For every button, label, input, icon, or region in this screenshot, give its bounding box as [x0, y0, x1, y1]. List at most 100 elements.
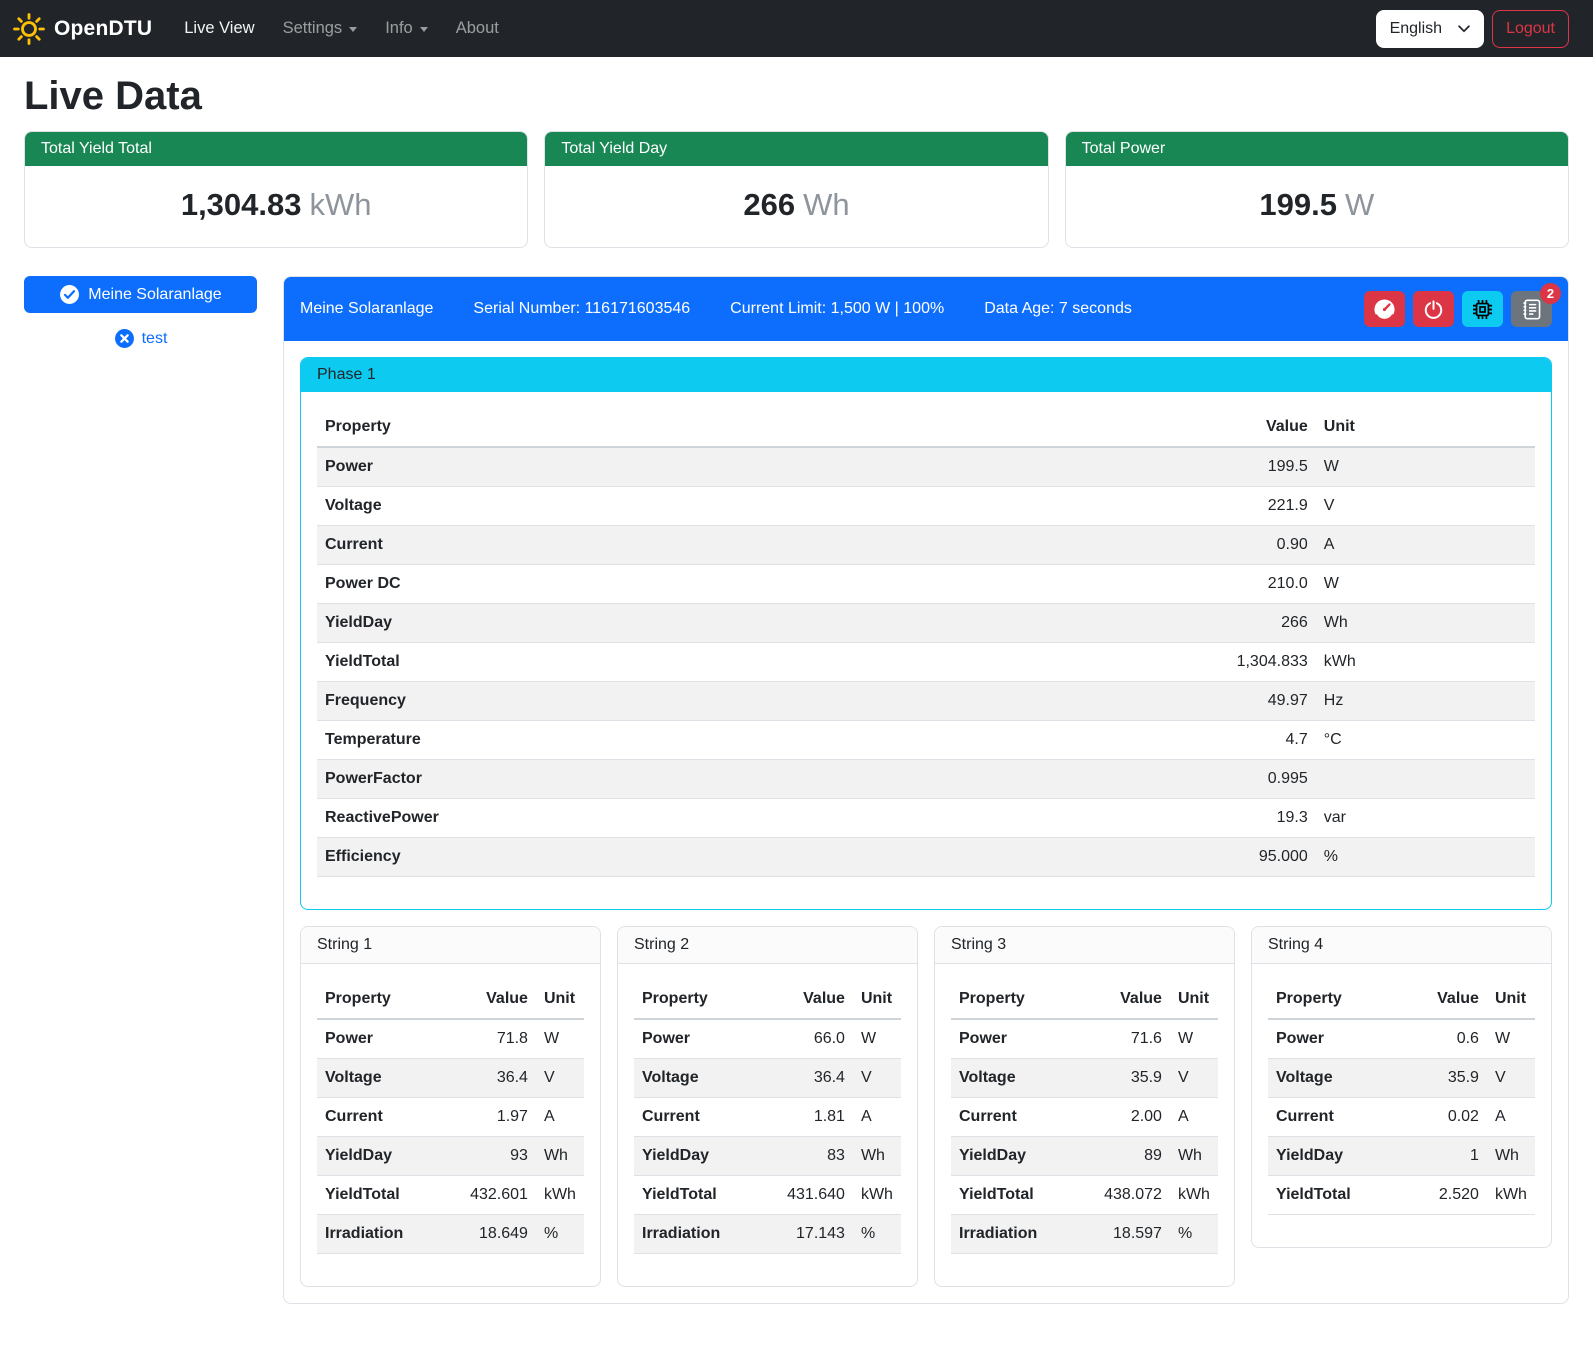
inverter-panel-header: Meine Solaranlage Serial Number: 1161716… — [284, 277, 1568, 341]
logout-button[interactable]: Logout — [1492, 10, 1569, 48]
brand[interactable]: OpenDTU — [12, 12, 152, 46]
table-row: YieldTotal432.601kWh — [317, 1176, 584, 1215]
string-card-1: String 1 Property Value Unit — [300, 926, 601, 1287]
inverter-sidebar: Meine Solaranlage test — [24, 276, 257, 349]
unit-cell: W — [536, 1019, 584, 1059]
value-cell: 66.0 — [768, 1019, 853, 1059]
table-header-row: Property Value Unit — [317, 408, 1535, 447]
value-cell: 1,304.833 — [1157, 643, 1315, 682]
journal-text-icon — [1520, 298, 1543, 321]
device-info-button[interactable] — [1462, 291, 1503, 327]
phase-body: Property Value Unit Power199.5W Voltage2… — [301, 392, 1551, 909]
property-cell: YieldTotal — [1268, 1176, 1402, 1215]
sidebar-item-label: test — [142, 330, 168, 348]
brand-label: OpenDTU — [54, 17, 152, 41]
language-select[interactable]: English — [1376, 10, 1484, 48]
current-limit: Current Limit: 1,500 W | 100% — [730, 300, 944, 318]
table-row: Voltage36.4V — [317, 1059, 584, 1098]
value-cell: 432.601 — [451, 1176, 536, 1215]
unit-cell: Wh — [1170, 1137, 1218, 1176]
table-row: Power71.8W — [317, 1019, 584, 1059]
value-cell: 221.9 — [1157, 487, 1315, 526]
column-value: Value — [451, 980, 536, 1019]
value-cell: 49.97 — [1157, 682, 1315, 721]
unit-cell: A — [536, 1098, 584, 1137]
chevron-down-icon — [349, 27, 357, 32]
sidebar-item-other-inverter[interactable]: test — [24, 328, 257, 349]
property-cell: YieldDay — [317, 604, 1157, 643]
page-title: Live Data — [24, 74, 1569, 119]
unit-cell: kWh — [1487, 1176, 1535, 1215]
value-cell: 1.97 — [451, 1098, 536, 1137]
property-cell: Voltage — [634, 1059, 768, 1098]
property-cell: Power — [317, 447, 1157, 487]
sidebar-item-selected-inverter[interactable]: Meine Solaranlage — [24, 276, 257, 313]
nav-item-label: Settings — [283, 19, 343, 38]
unit-cell: Wh — [1316, 604, 1535, 643]
unit-cell: A — [1316, 526, 1535, 565]
value-cell: 71.8 — [451, 1019, 536, 1059]
summary-cards: Total Yield Total 1,304.83kWh Total Yiel… — [24, 131, 1569, 248]
column-property: Property — [634, 980, 768, 1019]
cpu-icon — [1470, 297, 1495, 322]
table-row: YieldTotal438.072kWh — [951, 1176, 1218, 1215]
limit-settings-button[interactable] — [1364, 291, 1405, 327]
unit-cell: A — [853, 1098, 901, 1137]
string-body: Property Value Unit Power66.0W Voltage36… — [618, 964, 917, 1286]
table-row: Power0.6W — [1268, 1019, 1535, 1059]
table-row: YieldDay83Wh — [634, 1137, 901, 1176]
table-row: Irradiation18.597% — [951, 1215, 1218, 1254]
unit-cell: % — [1170, 1215, 1218, 1254]
inverter-panel-body: Phase 1 Property Value Unit — [284, 341, 1568, 1303]
property-cell: Voltage — [951, 1059, 1085, 1098]
event-count-badge: 2 — [1540, 283, 1561, 304]
event-log-button[interactable]: 2 — [1511, 291, 1552, 327]
value-cell: 438.072 — [1085, 1176, 1170, 1215]
power-settings-button[interactable] — [1413, 291, 1454, 327]
property-cell: YieldDay — [1268, 1137, 1402, 1176]
nav-item-about[interactable]: About — [442, 11, 513, 46]
table-row: YieldTotal431.640kWh — [634, 1176, 901, 1215]
property-cell: Power — [1268, 1019, 1402, 1059]
value-cell: 35.9 — [1402, 1059, 1487, 1098]
value-cell: 93 — [451, 1137, 536, 1176]
sidebar-item-label: Meine Solaranlage — [88, 286, 221, 304]
property-cell: Irradiation — [951, 1215, 1085, 1254]
unit-cell — [1316, 760, 1535, 799]
unit-cell: var — [1316, 799, 1535, 838]
value-cell: 4.7 — [1157, 721, 1315, 760]
nav-item-live-view[interactable]: Live View — [170, 11, 268, 46]
unit-cell: Wh — [853, 1137, 901, 1176]
unit-cell: Wh — [1487, 1137, 1535, 1176]
string-table: Property Value Unit Power71.6W Voltage35… — [951, 980, 1218, 1254]
property-cell: Power DC — [317, 565, 1157, 604]
property-cell: Power — [951, 1019, 1085, 1059]
column-property: Property — [951, 980, 1085, 1019]
column-value: Value — [1157, 408, 1315, 447]
value-cell: 2.00 — [1085, 1098, 1170, 1137]
string-title: String 1 — [301, 927, 600, 964]
property-cell: Voltage — [1268, 1059, 1402, 1098]
unit-cell: V — [853, 1059, 901, 1098]
nav-item-info[interactable]: Info — [371, 11, 442, 46]
value-cell: 18.597 — [1085, 1215, 1170, 1254]
property-cell: Power — [634, 1019, 768, 1059]
chevron-down-icon — [420, 27, 428, 32]
card-unit: Wh — [803, 187, 850, 222]
nav-item-settings[interactable]: Settings — [269, 11, 372, 46]
unit-cell: V — [1170, 1059, 1218, 1098]
property-cell: Power — [317, 1019, 451, 1059]
value-cell: 1.81 — [768, 1098, 853, 1137]
phase-card: Phase 1 Property Value Unit — [300, 357, 1552, 910]
table-row: Current0.90A — [317, 526, 1535, 565]
table-row: Irradiation18.649% — [317, 1215, 584, 1254]
string-card-3: String 3 Property Value Unit — [934, 926, 1235, 1287]
property-cell: YieldTotal — [634, 1176, 768, 1215]
check-circle-icon — [59, 284, 80, 305]
serial-number: Serial Number: 116171603546 — [473, 300, 690, 318]
value-cell: 95.000 — [1157, 838, 1315, 877]
card-title: Total Power — [1066, 132, 1568, 166]
property-cell: Voltage — [317, 487, 1157, 526]
property-cell: YieldDay — [634, 1137, 768, 1176]
table-row: Voltage36.4V — [634, 1059, 901, 1098]
